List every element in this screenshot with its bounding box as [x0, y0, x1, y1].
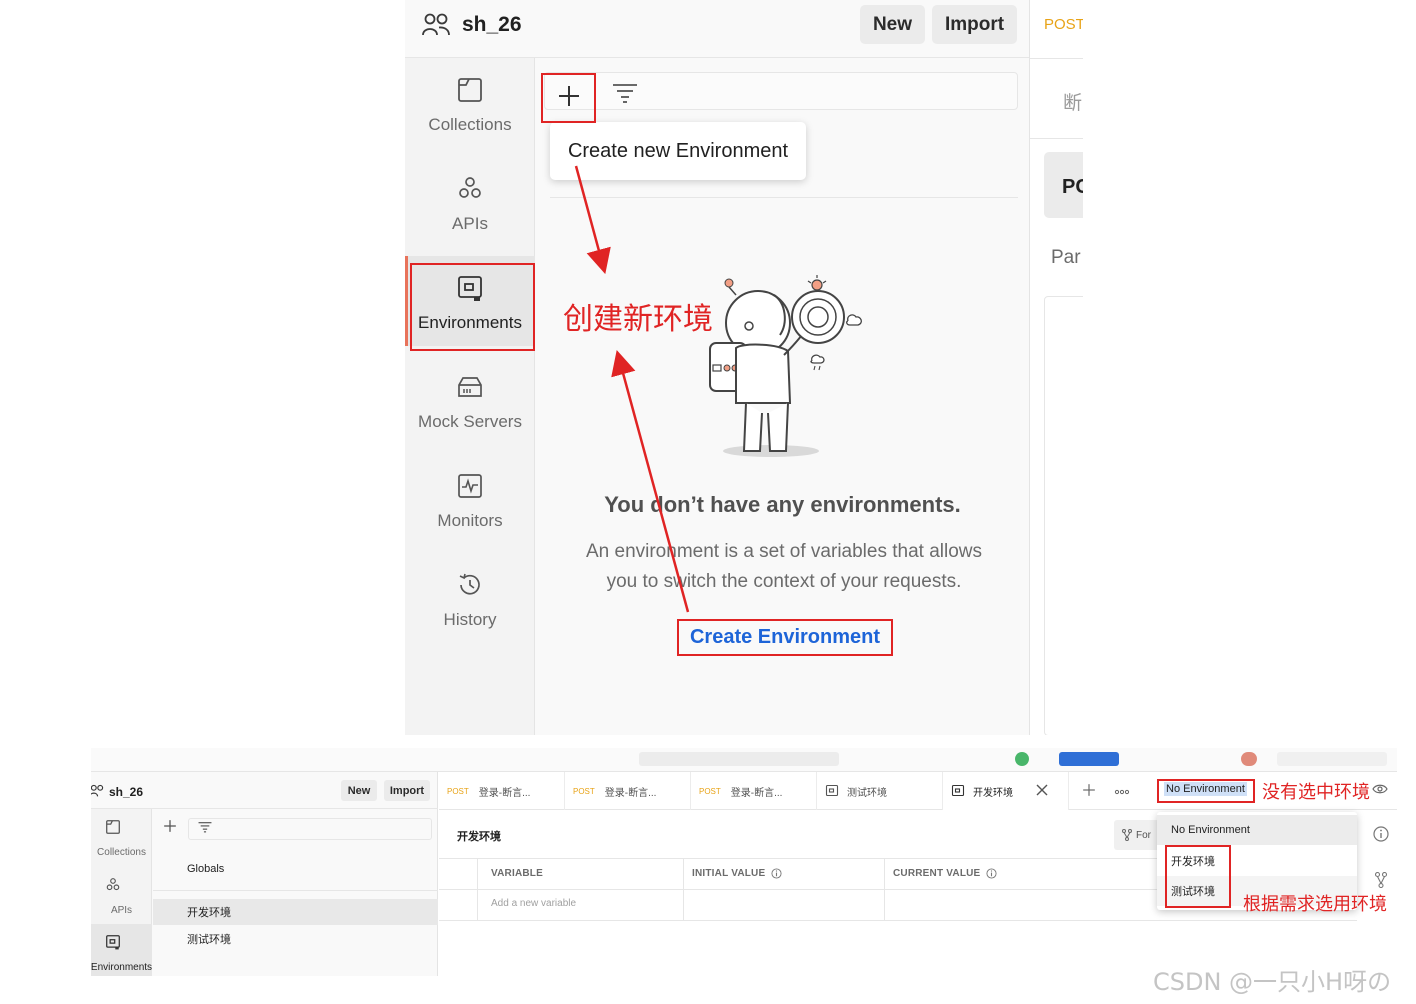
tab-label: 登录-断言... — [730, 787, 783, 799]
bottom-left-panel: sh_26 New Import Collections APIs Enviro… — [91, 772, 438, 976]
upgrade-button[interactable] — [1059, 752, 1119, 766]
environment-title[interactable]: 开发环境 — [457, 828, 501, 844]
avatar[interactable] — [1241, 752, 1257, 766]
tab-label: 测试环境 — [847, 787, 887, 799]
new-button[interactable]: New — [341, 780, 377, 801]
fork-icon — [1122, 829, 1132, 841]
sidebar-item-apis[interactable]: APIs — [91, 867, 152, 923]
filter-icon[interactable] — [198, 821, 212, 833]
add-variable-input[interactable]: Add a new variable — [491, 898, 576, 909]
eye-icon[interactable] — [1372, 783, 1388, 795]
fork-icon[interactable] — [1375, 872, 1387, 888]
fork-label: For — [1136, 829, 1151, 841]
sidebar-item-label: Environments — [91, 962, 153, 973]
annotation-select-as-needed: 根据需求选用环境 — [1243, 894, 1387, 914]
column-header-label: VARIABLE — [491, 868, 543, 879]
dropdown-option-no-environment[interactable]: No Environment — [1157, 815, 1357, 845]
environment-search-input[interactable] — [188, 818, 432, 840]
sidebar-item-collections[interactable]: Collections — [91, 809, 152, 865]
status-dot — [1015, 752, 1029, 766]
sidebar-item-label: Collections — [97, 847, 146, 858]
collections-icon — [106, 820, 120, 834]
column-divider — [884, 858, 885, 921]
tab-request-2[interactable]: POST 登录-断言... — [565, 772, 691, 810]
column-divider — [477, 858, 478, 921]
import-button[interactable]: Import — [384, 780, 430, 801]
column-header-variable: VARIABLE — [491, 868, 543, 879]
more-icon[interactable] — [1114, 789, 1130, 795]
column-header-label: CURRENT VALUE — [893, 868, 981, 879]
tab-method: POST — [699, 786, 721, 796]
sidebar: Collections APIs Environments — [91, 809, 152, 976]
sidebar-item-environments[interactable]: Environments — [91, 924, 152, 976]
tab-label: 开发环境 — [973, 787, 1013, 799]
environments-icon — [106, 935, 120, 950]
divider — [153, 890, 438, 891]
sidebar-item-label: APIs — [110, 905, 133, 916]
window-top-strip — [91, 748, 1397, 772]
tab-label: 登录-断言... — [478, 787, 531, 799]
annotation-box-env-options — [1165, 845, 1231, 908]
column-header-label: INITIAL VALUE — [692, 868, 766, 879]
tab-method: POST — [447, 786, 469, 796]
environment-icon — [951, 784, 965, 797]
new-tab-plus-icon[interactable] — [1082, 783, 1096, 797]
close-icon[interactable] — [1036, 784, 1048, 796]
annotation-box-no-environment — [1157, 779, 1255, 803]
tab-test-env[interactable]: 测试环境 — [817, 772, 943, 810]
info-icon[interactable] — [986, 868, 997, 879]
tab-dev-env[interactable]: 开发环境 — [943, 772, 1069, 810]
apis-icon — [106, 878, 120, 891]
tab-request-3[interactable]: POST 登录-断言... — [691, 772, 817, 810]
environment-list: Globals 开发环境 测试环境 — [153, 809, 438, 976]
tab-method: POST — [573, 786, 595, 796]
top-strip-item — [1277, 752, 1387, 766]
watermark: CSDN @一只小H呀の — [1153, 968, 1392, 996]
list-item-globals[interactable]: Globals — [153, 856, 438, 882]
list-item-dev-env[interactable]: 开发环境 — [153, 899, 438, 925]
column-header-initial-value: INITIAL VALUE — [692, 868, 782, 879]
column-divider — [683, 858, 684, 921]
info-icon[interactable] — [1373, 826, 1389, 842]
plus-icon[interactable] — [163, 819, 177, 833]
tab-label: 登录-断言... — [604, 787, 657, 799]
team-icon — [91, 784, 104, 797]
column-header-current-value: CURRENT VALUE — [893, 868, 997, 879]
workspace-name[interactable]: sh_26 — [109, 785, 143, 799]
info-icon[interactable] — [771, 868, 782, 879]
search-bar[interactable] — [639, 752, 839, 766]
table-border — [439, 920, 1357, 921]
annotation-no-env-selected: 没有选中环境 — [1262, 782, 1370, 802]
environment-icon — [825, 784, 839, 797]
tab-request-1[interactable]: POST 登录-断言... — [439, 772, 565, 810]
list-item-test-env[interactable]: 测试环境 — [153, 926, 438, 952]
